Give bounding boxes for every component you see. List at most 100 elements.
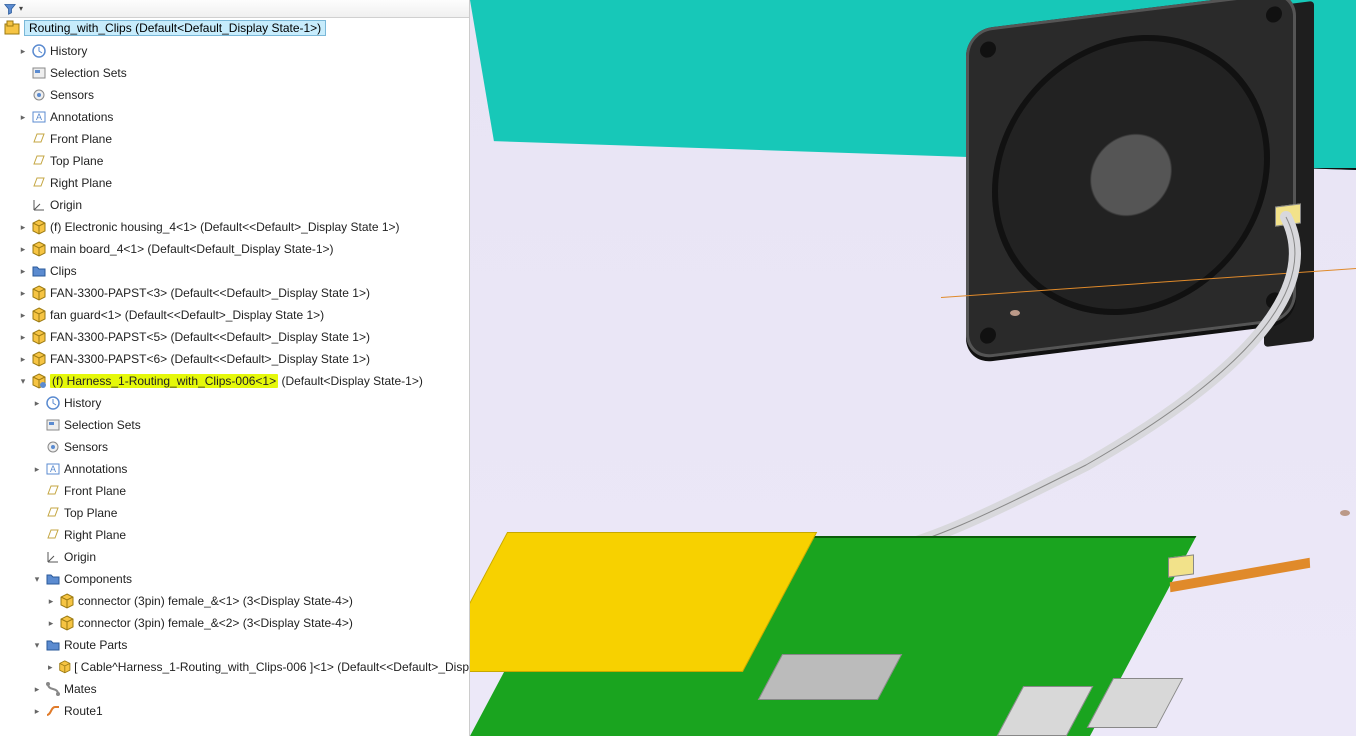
tree-item-h-origin[interactable]: Origin [4,546,469,568]
label: fan guard<1> (Default<<Default>_Display … [50,308,324,322]
annotations-icon: A [31,109,47,125]
tree-item-fan6[interactable]: ▸ FAN-3300-PAPST<6> (Default<<Default>_D… [4,348,469,370]
model-rivet [1340,510,1350,516]
label: Sensors [64,440,108,454]
expand-icon[interactable]: ▸ [32,464,42,474]
plane-icon [45,527,61,543]
feature-tree-panel: ▾ Routing_with_Clips (Default<Default_Di… [0,0,470,736]
plane-icon [31,175,47,191]
model-connector [1168,554,1194,577]
part-icon [31,285,47,301]
history-icon [31,43,47,59]
svg-text:A: A [50,464,56,474]
expand-icon[interactable]: ▸ [46,596,56,606]
tree-item-annotations[interactable]: ▸ A Annotations [4,106,469,128]
tree-item-mates[interactable]: ▸ Mates [4,678,469,700]
label: Route1 [64,704,103,718]
collapse-icon[interactable]: ▾ [32,640,42,650]
tree-item-h-selection-sets[interactable]: Selection Sets [4,414,469,436]
tree-item-h-right-plane[interactable]: Right Plane [4,524,469,546]
label: connector (3pin) female_&<1> (3<Display … [78,594,353,608]
collapse-icon[interactable]: ▾ [32,574,42,584]
tree-item-sensors[interactable]: Sensors [4,84,469,106]
plane-icon [45,505,61,521]
collapse-icon[interactable]: ▾ [18,376,28,386]
label: FAN-3300-PAPST<6> (Default<<Default>_Dis… [50,352,370,366]
tree-item-history[interactable]: ▸ History [4,40,469,62]
tree-item-right-plane[interactable]: Right Plane [4,172,469,194]
filter-toolbar[interactable]: ▾ [0,0,469,18]
part-icon [31,241,47,257]
graphics-viewport[interactable] [470,0,1356,736]
plane-icon [31,153,47,169]
tree-item-fan3[interactable]: ▸ FAN-3300-PAPST<3> (Default<<Default>_D… [4,282,469,304]
root-assembly-row[interactable]: Routing_with_Clips (Default<Default_Disp… [0,18,469,38]
tree-item-harness[interactable]: ▾ (f) Harness_1-Routing_with_Clips-006<1… [4,370,469,392]
label: Mates [64,682,97,696]
tree-item-fan-guard[interactable]: ▸ fan guard<1> (Default<<Default>_Displa… [4,304,469,326]
tree-item-electronic-housing[interactable]: ▸ (f) Electronic housing_4<1> (Default<<… [4,216,469,238]
label: Annotations [50,110,113,124]
tree-item-clips-folder[interactable]: ▸ Clips [4,260,469,282]
tree-item-front-plane[interactable]: Front Plane [4,128,469,150]
expand-icon[interactable]: ▸ [18,222,28,232]
label: History [64,396,101,410]
label: Origin [64,550,96,564]
part-icon [58,659,72,675]
feature-tree: ▸ History Selection Sets Sensors ▸ A Ann… [0,38,469,724]
label: Annotations [64,462,127,476]
label: Selection Sets [64,418,141,432]
expand-icon[interactable]: ▸ [18,112,28,122]
expand-icon[interactable]: ▸ [18,266,28,276]
tree-item-h-annotations[interactable]: ▸ A Annotations [4,458,469,480]
expand-icon[interactable]: ▸ [32,706,42,716]
label: Top Plane [64,506,117,520]
route-icon [45,703,61,719]
origin-icon [31,197,47,213]
expand-icon[interactable]: ▸ [46,662,55,672]
expand-icon[interactable]: ▸ [32,398,42,408]
tree-item-origin[interactable]: Origin [4,194,469,216]
tree-item-connector2[interactable]: ▸ connector (3pin) female_&<2> (3<Displa… [4,612,469,634]
expand-icon[interactable]: ▸ [32,684,42,694]
tree-item-route-parts-folder[interactable]: ▾ Route Parts [4,634,469,656]
expand-icon[interactable]: ▸ [18,354,28,364]
part-icon [31,329,47,345]
label: Components [64,572,132,586]
expand-icon[interactable]: ▸ [18,244,28,254]
tree-item-h-sensors[interactable]: Sensors [4,436,469,458]
origin-icon [45,549,61,565]
model-rivet [1010,310,1020,316]
tree-item-fan5[interactable]: ▸ FAN-3300-PAPST<5> (Default<<Default>_D… [4,326,469,348]
tree-item-components-folder[interactable]: ▾ Components [4,568,469,590]
tree-item-selection-sets[interactable]: Selection Sets [4,62,469,84]
label: Route Parts [64,638,127,652]
tree-item-h-history[interactable]: ▸ History [4,392,469,414]
tree-item-connector1[interactable]: ▸ connector (3pin) female_&<1> (3<Displa… [4,590,469,612]
label: FAN-3300-PAPST<5> (Default<<Default>_Dis… [50,330,370,344]
expand-icon[interactable]: ▸ [18,46,28,56]
label: Selection Sets [50,66,127,80]
tree-item-cable[interactable]: ▸ [ Cable^Harness_1-Routing_with_Clips-0… [4,656,469,678]
label: Front Plane [64,484,126,498]
label: (f) Electronic housing_4<1> (Default<<De… [50,220,400,234]
tree-item-main-board[interactable]: ▸ main board_4<1> (Default<Default_Displ… [4,238,469,260]
svg-text:A: A [36,112,42,122]
plane-icon [45,483,61,499]
history-icon [45,395,61,411]
label: Right Plane [64,528,126,542]
expand-icon[interactable]: ▸ [46,618,56,628]
expand-icon[interactable]: ▸ [18,332,28,342]
tree-item-h-top-plane[interactable]: Top Plane [4,502,469,524]
label: History [50,44,87,58]
assembly-icon [4,20,20,36]
tree-item-h-front-plane[interactable]: Front Plane [4,480,469,502]
tree-item-route1[interactable]: ▸ Route1 [4,700,469,722]
label: Sensors [50,88,94,102]
plane-icon [31,131,47,147]
expand-icon[interactable]: ▸ [18,310,28,320]
label: FAN-3300-PAPST<3> (Default<<Default>_Dis… [50,286,370,300]
expand-icon[interactable]: ▸ [18,288,28,298]
tree-item-top-plane[interactable]: Top Plane [4,150,469,172]
annotations-icon: A [45,461,61,477]
